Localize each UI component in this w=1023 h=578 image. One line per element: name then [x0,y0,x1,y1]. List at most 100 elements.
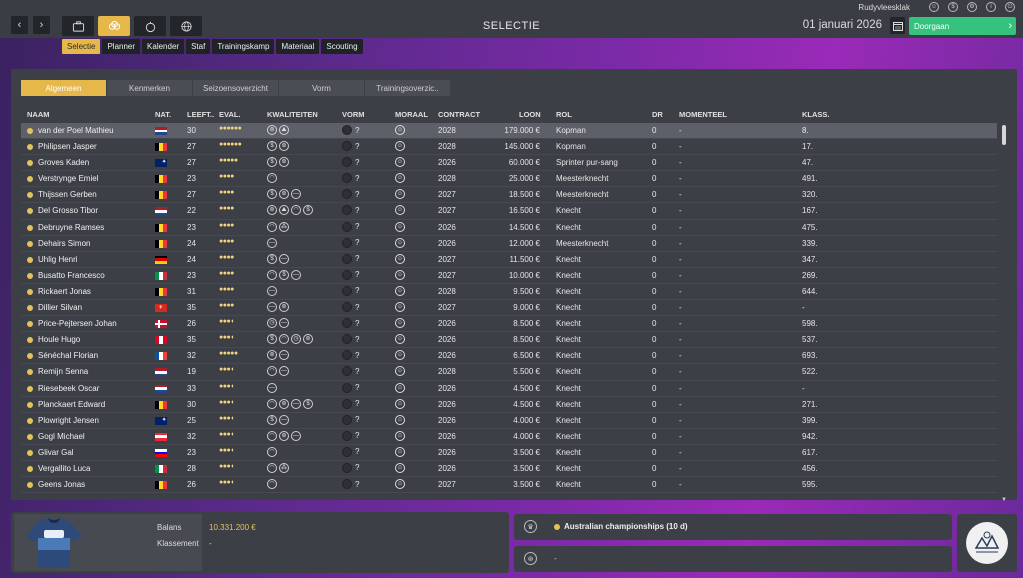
timetrial-icon[interactable]: ◷ [267,318,277,329]
flat-icon[interactable]: — [291,398,301,409]
subtab-scouting[interactable]: Scouting [321,39,363,54]
table-row[interactable]: Verstrynge Emiel 23 ●●●● ◠? ☺ 2028 25.000 € Mee… [21,171,997,188]
col-eval[interactable]: EVAL. [219,110,241,119]
sprint-icon[interactable]: $ [267,334,277,345]
sprint-icon[interactable]: $ [267,189,277,200]
subtab-kalender[interactable]: Kalender [142,39,185,54]
table-row[interactable]: Planckaert Edward 30 ●●●◖ ◠ ⊛ — $? ☺ 2026 4.500 €… [21,397,997,413]
sprint-icon[interactable]: $ [279,269,289,280]
coin-icon[interactable]: $ [948,2,958,12]
sprint-icon[interactable]: $ [267,253,277,264]
flat-icon[interactable]: — [291,269,301,280]
table-row[interactable]: Busatto Francesco 23 ●●●● ◠ $ —? ☺ 2027 10.000 €… [21,268,997,284]
view-tab-2[interactable]: Seizoensoverzicht [193,80,278,96]
hill-icon[interactable]: ◠ [267,269,277,280]
sprint-icon[interactable]: $ [303,205,313,216]
second-event-panel[interactable]: ⊛ - [514,546,952,572]
hill-icon[interactable]: ◠ [267,462,277,473]
subtab-staf[interactable]: Staf [186,39,211,54]
table-row[interactable]: Sénéchal Florian 32 ●●●●● ⊛ —? ☺ 2026 6.500 € Kn… [21,348,997,365]
subtab-trainingskamp[interactable]: Trainingskamp [212,39,275,54]
col-nat[interactable]: NAT. [155,110,171,119]
username[interactable]: Rudyvleesklak [858,3,910,12]
flat-icon[interactable]: — [267,285,277,296]
mountain-icon[interactable]: ⛰ [279,125,289,135]
col-loon[interactable]: LOON [519,110,541,119]
sprint-icon[interactable]: $ [303,398,313,409]
table-row[interactable]: Riesebeek Oscar 33 ●●●◖ —? ☺ 2026 4.500 € Knech… [21,381,997,397]
hill-icon[interactable]: ◠ [267,366,277,377]
scroll-thumb[interactable] [1002,125,1006,145]
team-logo-panel[interactable] [957,514,1017,572]
table-row[interactable]: Dehairs Simon 24 ●●●● —? ☺ 2026 12.000 € Meeste… [21,236,997,252]
flat-icon[interactable]: — [267,302,277,313]
flat-icon[interactable]: — [279,350,289,361]
view-tab-4[interactable]: Trainingsoverzic.. [365,80,450,96]
flat-icon[interactable]: — [279,366,289,377]
view-tab-3[interactable]: Vorm [279,80,364,96]
hill-icon[interactable]: ◠ [267,430,277,441]
wheel-icon[interactable]: ⊛ [279,141,289,152]
wheel-icon[interactable]: ⊛ [267,125,277,135]
subtab-materiaal[interactable]: Materiaal [276,39,320,54]
power-icon[interactable]: ⏻ [1005,2,1015,12]
hill-icon[interactable]: ◠ [267,221,277,232]
table-row[interactable]: Geens Jonas 26 ●●●◖ ◠? ☺ 2027 3.500 € Knecht 0 - 5… [21,477,997,494]
table-row[interactable]: Plowright Jensen ✦ 25 ●●●◖ $ —? ☺ 2026 4.000 € Kn… [21,413,997,429]
settings-icon[interactable]: ⚙ [967,2,977,12]
col-moraal[interactable]: MORAAL [395,110,428,119]
flat-icon[interactable]: — [267,237,277,248]
flat-icon[interactable]: — [279,253,289,264]
continue-button[interactable]: Doorgaan › [909,17,1016,35]
mountain-icon[interactable]: ⛰ [279,205,289,216]
col-vorm[interactable]: VORM [342,110,365,119]
table-row[interactable]: Dillier Silvan +35 ●●●● — ⊛? ☺ 2027 9.000 € Knec… [21,300,997,317]
view-tab-0[interactable]: Algemeen [21,80,106,96]
col-momenteel[interactable]: MOMENTEEL [679,110,727,119]
flat-icon[interactable]: — [279,414,289,425]
table-row[interactable]: Uhlig Henri 24 ●●●● $ —? ☺ 2027 11.500 € Knecht 0… [21,252,997,268]
flat-icon[interactable]: — [291,430,301,441]
table-row[interactable]: Rickaert Jonas 31 ●●●● —? ☺ 2028 9.500 € Knecht… [21,284,997,301]
table-row[interactable]: Gogl Michael 32 ●●●◖ ◠ ⊛ —? ☺ 2026 4.000 € Knecht… [21,429,997,445]
subtab-selectie[interactable]: Selectie [62,39,101,54]
col-rol[interactable]: ROL [556,110,572,119]
flat-icon[interactable]: — [279,318,289,329]
wheel-icon[interactable]: ⊛ [303,334,313,345]
subtab-planner[interactable]: Planner [102,39,141,54]
table-row[interactable]: Del Grosso Tibor 22 ●●●● ⊛ ⛰ ◠ $? ☺ 2027 16.500 €… [21,203,997,220]
table-row[interactable]: Price-Pejtersen Johan 26 ●●●◖ ◷ —? ☺ 2026 8.500… [21,316,997,333]
table-row[interactable]: Remijn Senna 19 ●●●◖ ◠ —? ☺ 2028 5.500 € Knecht 0… [21,364,997,381]
col-dr[interactable]: DR [652,110,663,119]
wheel-icon[interactable]: ⊛ [279,430,289,441]
col-naam[interactable]: NAAM [27,110,50,119]
table-row[interactable]: Glivar Gal 23 ●●●◖ ◠? ☺ 2026 3.500 € Knecht 0 - 61… [21,445,997,461]
timetrial-icon[interactable]: ◷ [291,334,301,345]
col-leeftijd[interactable]: LEEFT.. [187,110,214,119]
info-icon[interactable]: i [986,2,996,12]
wheel-icon[interactable]: ⊛ [279,157,289,168]
wheel-icon[interactable]: ⊛ [267,205,277,216]
table-scrollbar[interactable]: ▼ [1001,123,1007,503]
view-tab-1[interactable]: Kenmerken [107,80,192,96]
col-contract[interactable]: CONTRACT [438,110,480,119]
table-row[interactable]: van der Poel Mathieu 30 ●●●●●● ⊛ ⛰? ☺ 2028 179.… [21,123,997,140]
next-event-panel[interactable]: ♛ Australian championships (10 d) [514,514,952,540]
wheel-icon[interactable]: ⊛ [267,350,277,361]
hill-icon[interactable]: ◠ [267,173,277,184]
cobble-icon[interactable]: ⁂ [279,221,289,232]
col-klass[interactable]: KLASS. [802,110,830,119]
hill-icon[interactable]: ◠ [291,205,301,216]
user-icon[interactable]: ☺ [929,2,939,12]
col-kwaliteiten[interactable]: KWALITEITEN [267,110,318,119]
flat-icon[interactable]: — [291,189,301,200]
flat-icon[interactable]: — [267,382,277,393]
hill-icon[interactable]: ◠ [267,398,277,409]
calendar-button[interactable] [890,17,905,34]
table-row[interactable]: Houle Hugo 35 ●●●◖ $ ◠ ◷ ⊛? ☺ 2026 8.500 € Knecht 0… [21,332,997,349]
sprint-icon[interactable]: $ [267,157,277,168]
wheel-icon[interactable]: ⊛ [279,302,289,313]
sprint-icon[interactable]: $ [267,141,277,152]
hill-icon[interactable]: ◠ [267,446,277,457]
table-row[interactable]: Debruyne Ramses 23 ●●●● ◠ ⁂? ☺ 2026 14.500 € Kne… [21,220,997,236]
